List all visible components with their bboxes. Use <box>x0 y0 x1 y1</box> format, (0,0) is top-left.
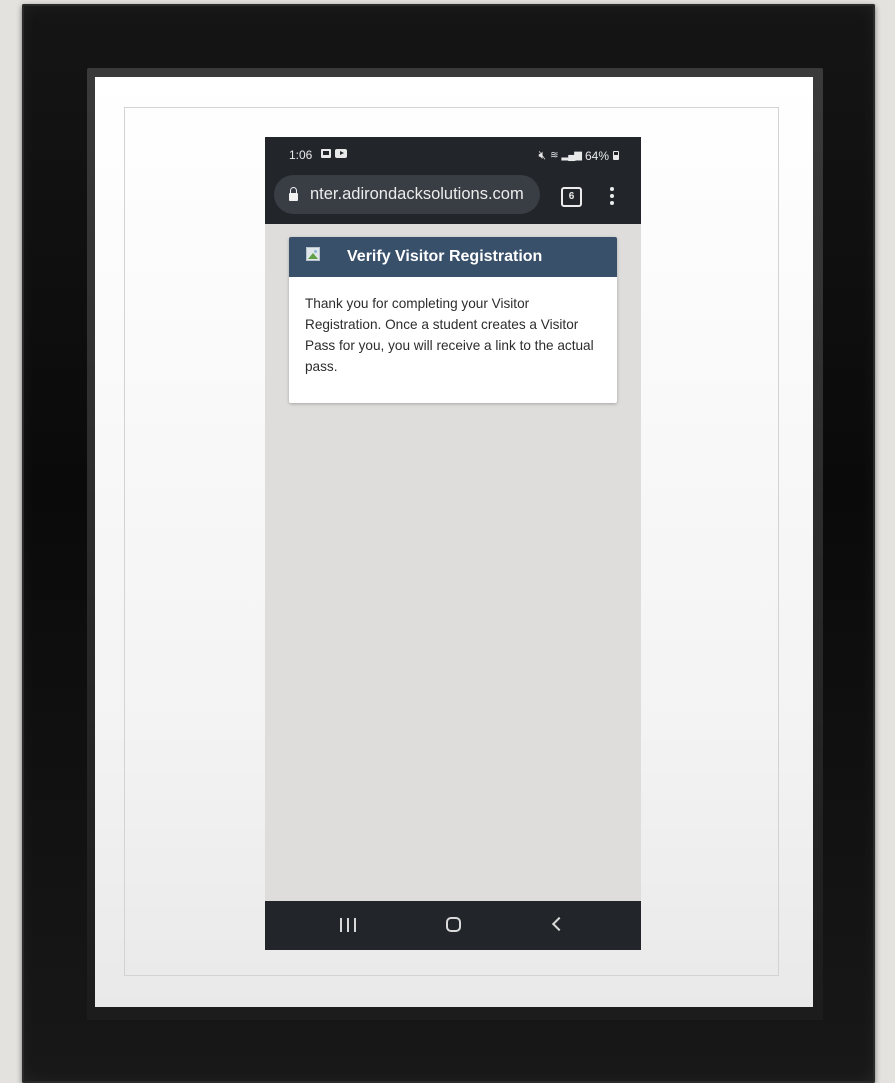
recents-bar <box>340 918 342 932</box>
notification-icons <box>321 149 347 158</box>
tabs-icon[interactable]: 6 <box>561 187 582 207</box>
verification-card: Verify Visitor Registration Thank you fo… <box>289 237 617 403</box>
menu-dot <box>610 187 614 191</box>
youtube-notification-icon <box>335 149 347 158</box>
gallery-notification-icon <box>321 149 331 158</box>
card-header: Verify Visitor Registration <box>289 237 617 277</box>
browser-toolbar: 1:06 🔇︎ ≋ ▂▄▆ 64% nter.adirondacksolutio… <box>265 137 641 224</box>
url-text[interactable]: nter.adirondacksolutions.com <box>310 185 524 204</box>
lock-icon[interactable] <box>289 186 298 201</box>
recents-bar <box>354 918 356 932</box>
card-title: Verify Visitor Registration <box>347 248 543 265</box>
more-menu-icon[interactable] <box>604 185 620 207</box>
back-icon[interactable] <box>551 916 567 932</box>
phone-screenshot: 1:06 🔇︎ ≋ ▂▄▆ 64% nter.adirondacksolutio… <box>265 137 641 950</box>
broken-image-icon <box>306 247 320 261</box>
status-time: 1:06 <box>289 148 313 162</box>
system-status: 🔇︎ ≋ ▂▄▆ 64% <box>539 148 619 163</box>
home-icon[interactable] <box>446 917 461 932</box>
mute-icon: 🔇︎ <box>538 148 547 162</box>
battery-percent: 64% <box>584 148 609 163</box>
signal-icon: ▂▄▆ <box>561 150 582 161</box>
card-message: Thank you for completing your Visitor Re… <box>305 296 594 374</box>
menu-dot <box>610 194 614 198</box>
menu-dot <box>610 201 614 205</box>
status-bar: 1:06 🔇︎ ≋ ▂▄▆ 64% <box>265 145 641 167</box>
recent-apps-icon[interactable] <box>340 918 356 932</box>
recents-bar <box>347 918 349 932</box>
address-bar[interactable]: nter.adirondacksolutions.com <box>274 175 540 214</box>
battery-icon <box>613 151 619 160</box>
system-navigation-bar <box>265 901 641 950</box>
wifi-icon: ≋ <box>550 150 558 161</box>
